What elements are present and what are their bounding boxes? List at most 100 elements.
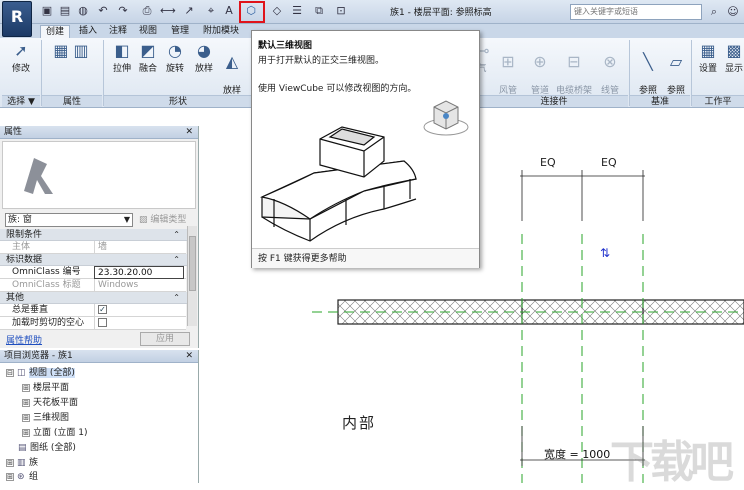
properties-scrollbar[interactable]: [187, 226, 197, 326]
section-other[interactable]: 其他 ⌃: [0, 292, 194, 304]
save-icon[interactable]: ▤: [58, 4, 72, 18]
type-selector[interactable]: 族: 窗 ▼: [5, 213, 133, 227]
expand-toggle[interactable]: ⊞: [22, 428, 30, 437]
switch-windows-icon[interactable]: ⊡: [334, 4, 348, 18]
expand-toggle[interactable]: ⊞: [6, 472, 14, 481]
expand-toggle[interactable]: ⊞: [22, 413, 30, 422]
tree-item-families[interactable]: ⊞ ▥ 族: [6, 457, 38, 469]
user-icon[interactable]: ☺: [724, 3, 742, 20]
expand-toggle[interactable]: ⊞: [22, 398, 30, 407]
undo-icon[interactable]: ↶: [96, 4, 110, 18]
sheets-icon: ▤: [18, 443, 27, 453]
extrusion-button[interactable]: ◧ 拉伸: [108, 40, 136, 75]
tooltip-title: 默认三维视图: [258, 41, 313, 51]
connector-group-label: 连接件: [480, 95, 628, 107]
cut-void-checkbox[interactable]: [98, 318, 107, 327]
sweep-button[interactable]: ◕ 放样: [190, 40, 218, 75]
sync-icon[interactable]: ◍: [76, 4, 90, 18]
tab-addins[interactable]: 附加模块: [198, 25, 244, 38]
expand-toggle[interactable]: ⊞: [6, 458, 14, 467]
tree-item-groups[interactable]: ⊞ ⊛ 组: [6, 471, 38, 483]
scrollbar-thumb[interactable]: [189, 236, 196, 291]
section-icon[interactable]: ◇: [270, 4, 284, 18]
section-label: 其他: [6, 293, 25, 303]
tab-create[interactable]: 创建: [40, 25, 71, 38]
tab-view[interactable]: 视图: [134, 25, 162, 38]
revolve-button[interactable]: ◔ 旋转: [161, 40, 189, 75]
eq-label-left[interactable]: EQ: [540, 156, 556, 169]
expand-toggle[interactable]: ⊞: [22, 383, 30, 392]
tree-item-ceiling-plans[interactable]: ⊞ 天花板平面: [22, 397, 78, 409]
type-selector-row: 族: 窗 ▼ ▨ 编辑类型: [0, 211, 198, 229]
binoculars-icon[interactable]: ⌕: [706, 3, 722, 20]
text-icon[interactable]: A: [222, 4, 236, 18]
tab-insert[interactable]: 插入: [74, 25, 102, 38]
property-key: OmniClass 标题: [12, 280, 81, 290]
reference-plane-icon: ▱: [669, 52, 683, 71]
collapse-icon: ⌃: [173, 230, 180, 239]
flip-arrows-icon[interactable]: ⇅: [600, 246, 610, 260]
revolve-icon: ◔: [168, 41, 182, 60]
property-row-host: 主体 墙: [0, 241, 186, 254]
close-icon[interactable]: ✕: [185, 350, 193, 363]
section-constraints[interactable]: 限制条件 ⌃: [0, 229, 194, 241]
tree-item-elevations[interactable]: ⊞ 立面 (立面 1): [22, 427, 87, 439]
highlight-box: [239, 1, 265, 23]
tree-label: 楼层平面: [33, 383, 70, 393]
section-label: 标识数据: [6, 255, 43, 265]
edit-type-button[interactable]: ▨ 编辑类型: [139, 213, 186, 227]
tab-manage[interactable]: 管理: [166, 25, 194, 38]
properties-help-link[interactable]: 属性帮助: [6, 333, 42, 346]
property-row-omniclass-number: OmniClass 编号 23.30.20.00: [0, 266, 186, 279]
tree-item-floor-plans[interactable]: ⊞ 楼层平面: [22, 382, 69, 394]
section-label: 限制条件: [6, 230, 43, 240]
eq-label-right[interactable]: EQ: [601, 156, 617, 169]
viewcube-icon: [423, 100, 469, 136]
set-label: 设置: [698, 64, 717, 74]
properties-title: 属性: [4, 127, 23, 137]
tab-annotate[interactable]: 注释: [104, 25, 132, 38]
revolve-label: 旋转: [165, 64, 184, 74]
thin-lines-icon[interactable]: ☰: [290, 4, 304, 18]
set-workplane-button[interactable]: ▦ 设置: [694, 40, 722, 75]
extrusion-label: 拉伸: [112, 64, 131, 74]
modify-button[interactable]: ➚ 修改: [6, 40, 36, 75]
properties-icon: ▦ ▥: [53, 41, 89, 60]
grid-icon: ▦: [700, 41, 716, 60]
application-menu-button[interactable]: R: [2, 1, 32, 37]
tag-icon[interactable]: ⌖: [204, 4, 218, 18]
blend-button[interactable]: ◩ 融合: [134, 40, 162, 75]
watermark: 下载吧: [610, 437, 734, 488]
groups-icon: ⊛: [17, 472, 25, 482]
show-label: 显示: [724, 64, 743, 74]
reference-line-icon: ╲: [643, 52, 653, 71]
tree-item-views[interactable]: ⊟ ◫ 视图 (全部): [6, 367, 75, 379]
open-icon[interactable]: ▣: [40, 4, 54, 18]
tree-item-3d-views[interactable]: ⊞ 三维视图: [22, 412, 69, 424]
collapse-toggle[interactable]: ⊟: [6, 368, 14, 377]
always-vertical-checkbox[interactable]: ✓: [98, 305, 107, 314]
properties-group-label: 属性: [42, 95, 102, 107]
measure-icon[interactable]: ⟷: [160, 4, 176, 18]
print-icon[interactable]: ⎙: [140, 4, 154, 18]
close-icon[interactable]: ✕: [185, 126, 193, 139]
redo-icon[interactable]: ↷: [116, 4, 130, 18]
omniclass-number-field[interactable]: 23.30.20.00: [94, 266, 184, 279]
select-group-label[interactable]: 选择 ▼: [2, 95, 40, 107]
conduit-connector-icon: ⊗: [603, 52, 617, 71]
tooltip-default-3d-view: 默认三维视图 用于打开默认的正交三维视图。 使用 ViewCube 可以修改视图…: [251, 30, 480, 268]
width-dimension-label[interactable]: 宽度 = 1000: [544, 446, 610, 462]
tree-label: 天花板平面: [33, 398, 79, 408]
apply-button[interactable]: 应用: [140, 332, 190, 346]
tree-label: 族: [29, 458, 39, 468]
form-group-label: 形状: [104, 95, 252, 107]
tree-label: 组: [29, 472, 39, 482]
property-key: 主体: [12, 242, 31, 252]
dimension-icon[interactable]: ↗: [182, 4, 196, 18]
show-workplane-button[interactable]: ▩ 显示: [720, 40, 744, 75]
section-identity[interactable]: 标识数据 ⌃: [0, 254, 194, 266]
close-hidden-icon[interactable]: ⧉: [312, 4, 326, 18]
properties-buttons[interactable]: ▦ ▥: [46, 40, 96, 64]
search-input[interactable]: 键入关键字或短语: [570, 4, 702, 20]
tree-item-sheets[interactable]: ▤ 图纸 (全部): [18, 442, 76, 454]
